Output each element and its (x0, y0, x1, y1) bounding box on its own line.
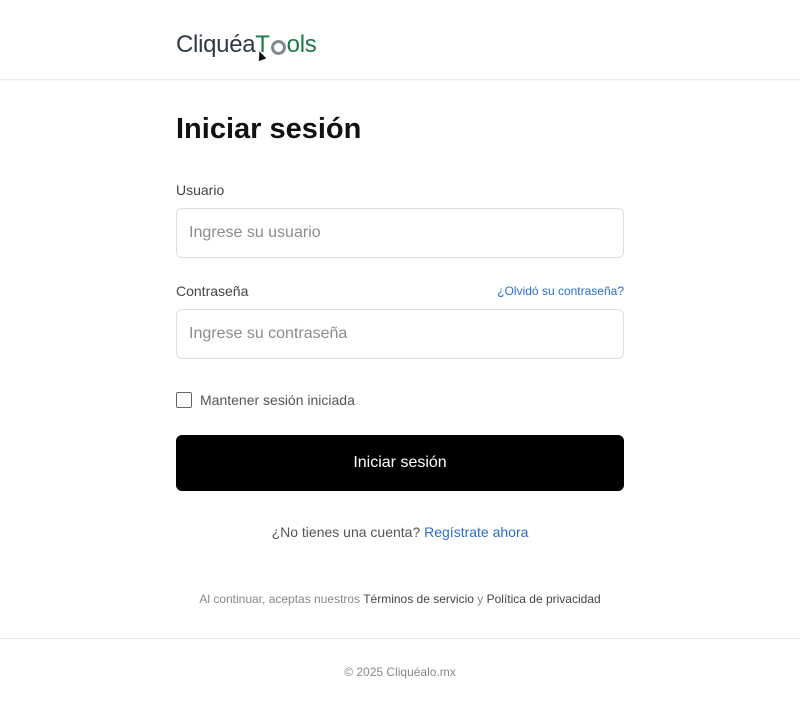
remember-label: Mantener sesión iniciada (200, 392, 355, 408)
remember-me[interactable]: Mantener sesión iniciada (176, 392, 355, 408)
username-label: Usuario (176, 182, 225, 198)
logo-text-primary: Cliquéa (176, 31, 256, 58)
password-input[interactable] (176, 309, 624, 359)
signup-prompt-text: ¿No tienes una cuenta? (271, 524, 421, 540)
page-title: Iniciar sesión (176, 113, 362, 145)
site-footer: © 2025 Cliquéalo.mx (0, 638, 800, 703)
logo[interactable]: Cliquéa T ols (176, 31, 317, 59)
privacy-link[interactable]: Política de privacidad (487, 592, 601, 606)
login-button[interactable]: Iniciar sesión (176, 435, 624, 491)
signup-link[interactable]: Regístrate ahora (424, 524, 528, 540)
terms-prefix: Al continuar, aceptas nuestros (199, 592, 361, 606)
copyright: © 2025 Cliquéalo.mx (344, 665, 456, 679)
remember-checkbox[interactable] (176, 392, 192, 408)
gear-icon (270, 39, 286, 55)
terms-notice: Al continuar, aceptas nuestros Términos … (176, 592, 624, 606)
password-label: Contraseña (176, 283, 249, 299)
site-header: Cliquéa T ols (0, 0, 800, 80)
logo-text-secondary: ols (286, 31, 317, 58)
username-input[interactable] (176, 208, 624, 258)
forgot-password-link[interactable]: ¿Olvidó su contraseña? (497, 284, 624, 298)
terms-and: y (477, 592, 484, 606)
terms-link[interactable]: Términos de servicio (363, 592, 474, 606)
signup-prompt: ¿No tienes una cuenta? Regístrate ahora (176, 524, 624, 540)
